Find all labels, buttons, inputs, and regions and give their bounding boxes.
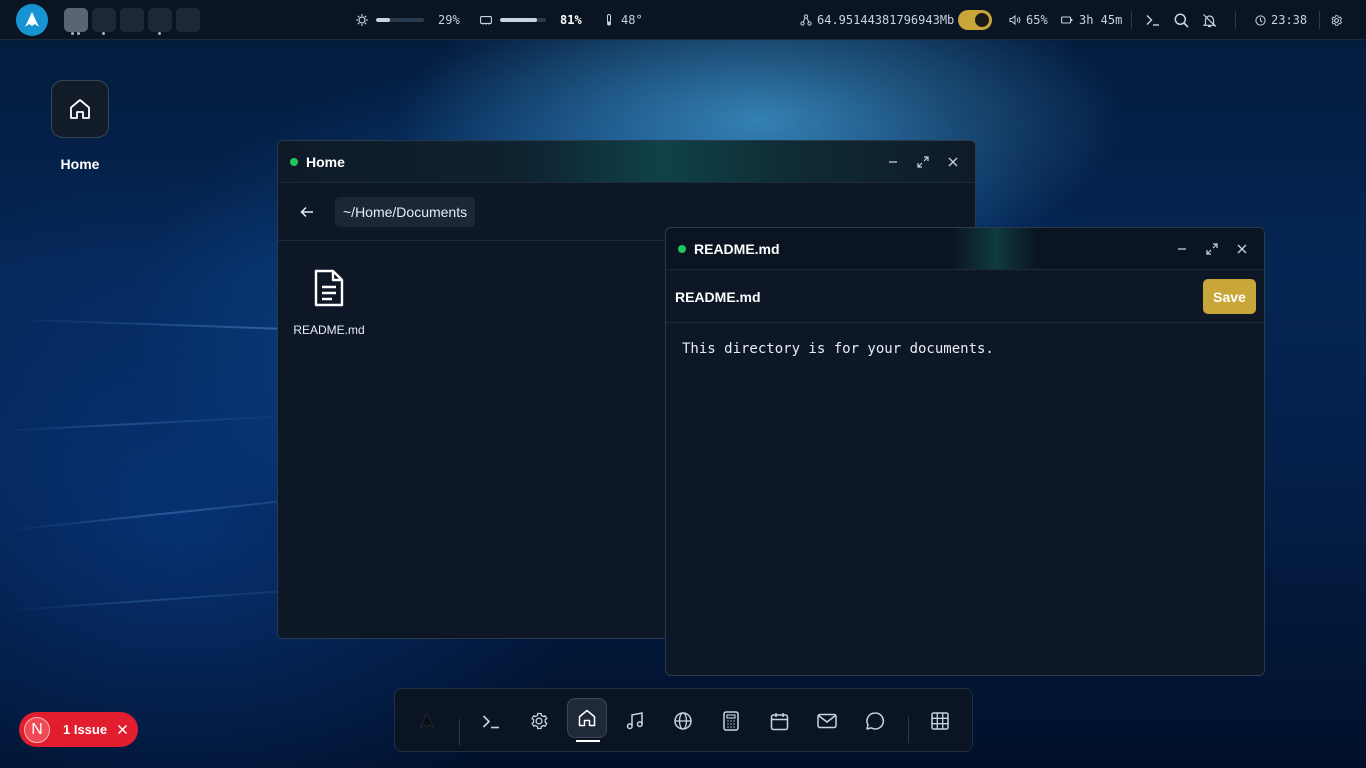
dock-calculator-icon[interactable]	[711, 701, 751, 741]
settings-gear-icon[interactable]	[1326, 10, 1346, 30]
workspace-5[interactable]	[176, 8, 200, 32]
file-item[interactable]: README.md	[290, 265, 368, 337]
search-icon[interactable]	[1171, 10, 1191, 30]
file-name: README.md	[293, 323, 365, 337]
workspace-3[interactable]	[120, 8, 144, 32]
window-titlebar[interactable]: README.md	[666, 228, 1264, 270]
dock-divider	[459, 719, 460, 745]
memory-fill	[500, 18, 538, 22]
desktop-home-label: Home	[60, 156, 100, 172]
network-icon	[800, 14, 812, 26]
close-icon[interactable]	[115, 723, 129, 737]
toggle-knob	[975, 13, 989, 27]
brightness-fill	[376, 18, 390, 22]
workspace-window-dot	[158, 32, 161, 35]
brightness-value: 29%	[438, 13, 460, 27]
thermometer-icon	[605, 14, 613, 26]
memory-bar	[500, 18, 546, 22]
window-title: Home	[306, 153, 345, 170]
volume-indicator[interactable]: 65%	[1009, 0, 1048, 40]
path-breadcrumb[interactable]: ~/Home/Documents	[335, 197, 476, 227]
home-icon	[68, 97, 92, 121]
close-icon[interactable]	[1232, 239, 1252, 259]
dock-music-icon[interactable]	[615, 701, 655, 741]
volume-icon	[1009, 14, 1021, 26]
window-titlebar[interactable]: Home	[278, 141, 975, 183]
document-icon	[309, 265, 349, 311]
clock-icon	[1255, 14, 1266, 26]
minimize-icon[interactable]	[1172, 239, 1192, 259]
network-indicator[interactable]: 64.95144381796943Mb	[800, 0, 954, 40]
minimize-icon[interactable]	[883, 152, 903, 172]
temperature-value: 48°	[621, 13, 643, 27]
divider	[1319, 11, 1320, 29]
save-button[interactable]: Save	[1203, 279, 1256, 314]
battery-icon	[1061, 15, 1073, 25]
dock-apps-grid-icon[interactable]	[920, 701, 960, 741]
battery-value: 3h 45m	[1079, 13, 1123, 27]
network-value: 64.95144381796943Mb	[817, 13, 955, 27]
close-icon[interactable]	[943, 152, 963, 172]
dock-home-icon[interactable]	[567, 698, 607, 738]
dock-arch-icon[interactable]	[407, 701, 447, 741]
clock-time: 23:38	[1271, 13, 1308, 27]
dock-mail-icon[interactable]	[807, 701, 847, 741]
workspace-window-dot	[102, 32, 105, 35]
back-arrow-icon[interactable]	[296, 201, 318, 223]
editor-text-area[interactable]: This directory is for your documents.	[682, 341, 994, 357]
maximize-icon[interactable]	[1202, 239, 1222, 259]
dock-settings-icon[interactable]	[519, 701, 559, 741]
workspace-2[interactable]	[92, 8, 116, 32]
dock-calendar-icon[interactable]	[759, 701, 799, 741]
issue-badge[interactable]: N 1 Issue	[19, 712, 138, 747]
clock[interactable]: 23:38	[1255, 0, 1307, 40]
divider	[1131, 11, 1132, 29]
dock-chat-icon[interactable]	[855, 701, 895, 741]
window-status-dot	[678, 244, 686, 253]
brightness-icon	[356, 14, 368, 26]
theme-toggle[interactable]	[958, 10, 992, 30]
workspace-4[interactable]	[148, 8, 172, 32]
dock-divider	[908, 717, 909, 743]
arch-logo-icon[interactable]	[16, 4, 48, 36]
brightness-slider[interactable]	[376, 18, 424, 22]
issue-avatar: N	[24, 716, 50, 743]
issue-label: 1 Issue	[63, 722, 108, 737]
terminal-icon[interactable]	[1143, 10, 1163, 30]
memory-icon	[480, 15, 492, 25]
memory-indicator[interactable]: 81%	[480, 0, 582, 40]
workspace-window-dot	[77, 32, 80, 35]
temperature-indicator: 48°	[605, 0, 643, 40]
workspace-window-dot	[71, 32, 74, 35]
dock-active-indicator	[576, 740, 600, 742]
divider	[1235, 11, 1236, 29]
editor-file-name: README.md	[675, 289, 761, 305]
window-status-dot	[290, 157, 298, 166]
memory-value: 81%	[560, 13, 582, 27]
workspace-1[interactable]	[64, 8, 88, 32]
volume-value: 65%	[1026, 13, 1048, 27]
editor-header: README.md Save	[666, 270, 1264, 323]
desktop-home-shortcut[interactable]	[51, 80, 109, 138]
maximize-icon[interactable]	[913, 152, 933, 172]
battery-indicator: 3h 45m	[1061, 0, 1122, 40]
top-bar: 29% 81% 48° 64.95144381796943Mb 65% 3h 4…	[0, 0, 1366, 40]
dock	[394, 688, 973, 752]
notifications-off-icon[interactable]	[1199, 10, 1219, 30]
dock-globe-icon[interactable]	[663, 701, 703, 741]
brightness-indicator[interactable]: 29%	[356, 0, 460, 40]
dock-terminal-icon[interactable]	[471, 701, 511, 741]
window-title: README.md	[694, 240, 780, 257]
editor-window: README.md README.md Save This directory …	[665, 227, 1265, 676]
